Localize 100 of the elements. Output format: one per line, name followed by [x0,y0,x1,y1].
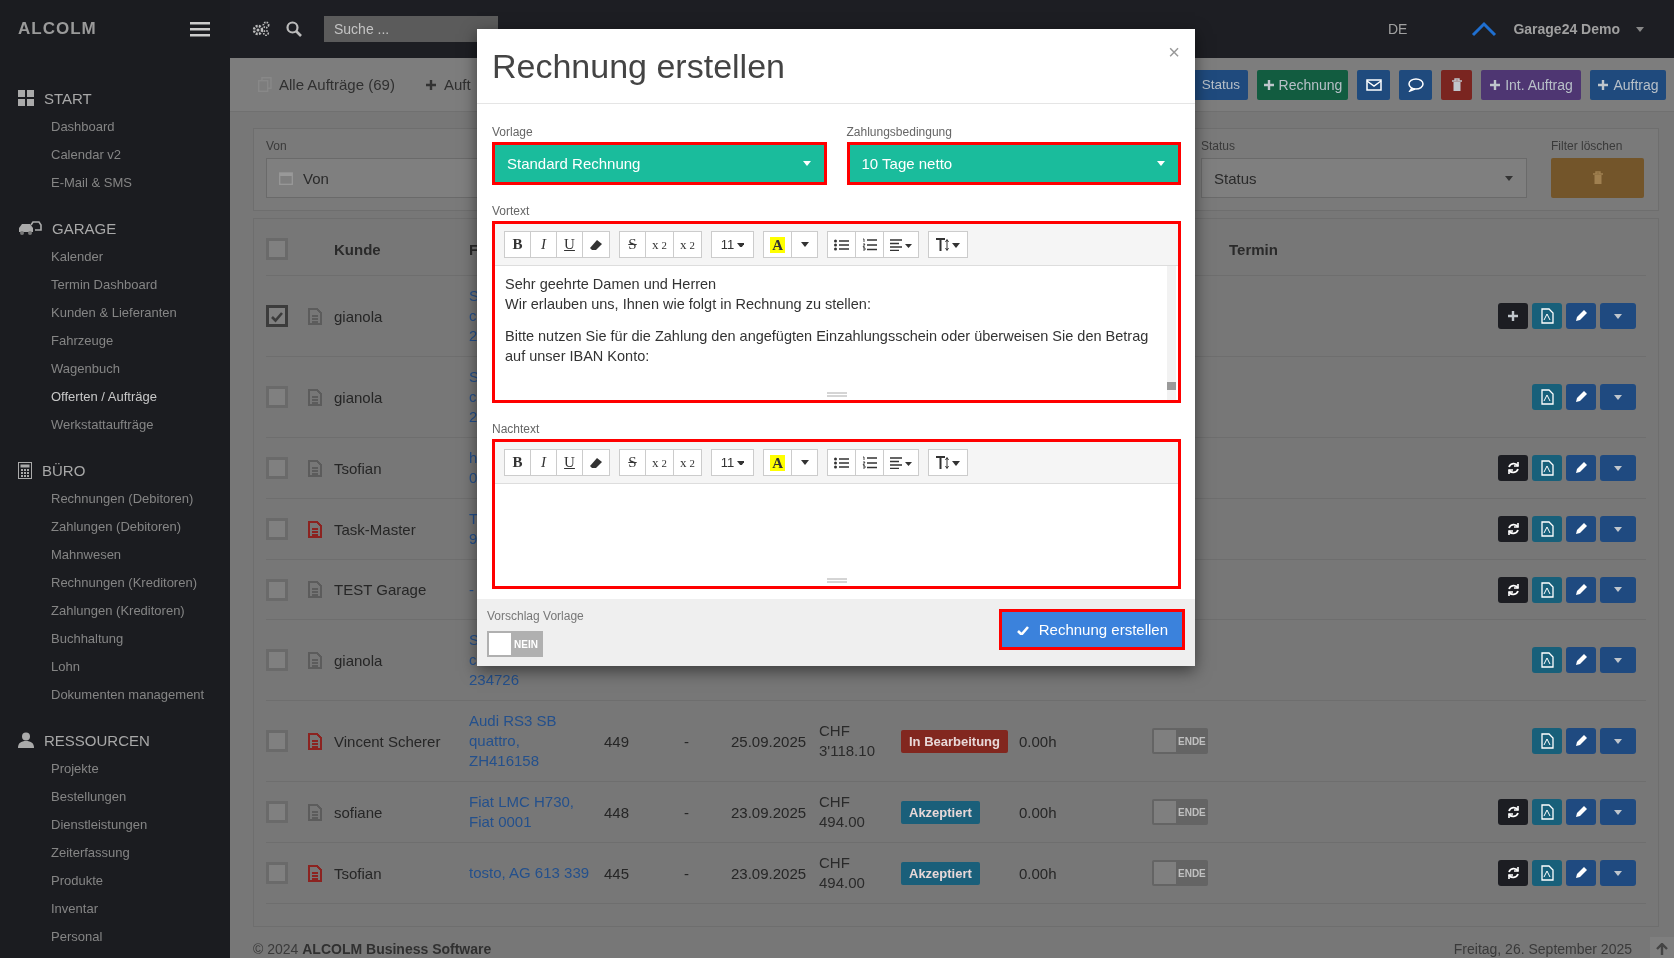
sidebar-item[interactable]: Zahlungen (Kreditoren) [0,597,230,625]
account-menu[interactable]: Garage24 Demo [1513,21,1620,37]
convert-button[interactable] [1498,455,1528,481]
underline-button[interactable]: U [556,449,583,476]
scroll-top-button[interactable] [1650,937,1674,958]
edit-button[interactable] [1566,303,1596,329]
eraser-button[interactable] [582,449,610,476]
edit-button[interactable] [1566,647,1596,673]
edit-button[interactable] [1566,728,1596,754]
sidebar-item[interactable]: Mahnwesen [0,541,230,569]
bold-button[interactable]: B [504,449,531,476]
strikethrough-button[interactable]: S [619,231,646,258]
sidebar-item[interactable]: Werkstattaufträge [0,411,230,439]
strikethrough-button[interactable]: S [619,449,646,476]
sidebar-item[interactable]: Produkte [0,867,230,895]
status-dropdown[interactable]: Status [1201,158,1527,198]
sidebar-item[interactable]: Bestellungen [0,783,230,811]
create-invoice-button[interactable]: Rechnung erstellen [998,609,1185,650]
sidebar-item[interactable]: Dokumenten management [0,681,230,709]
font-size-button[interactable]: 11 [710,449,755,476]
convert-button[interactable] [1498,799,1528,825]
sidebar-item[interactable]: Zahlungen (Debitoren) [0,513,230,541]
end-toggle[interactable]: ENDE [1152,860,1208,886]
row-checkbox[interactable] [266,305,288,327]
resize-grip-icon[interactable] [826,392,847,397]
italic-button[interactable]: I [530,449,557,476]
sidebar-item[interactable]: Wagenbuch [0,355,230,383]
sidebar-item[interactable]: Fahrzeuge [0,327,230,355]
gears-icon[interactable] [252,21,270,37]
add-order-tab[interactable]: Auft [424,76,471,93]
pdf-button[interactable] [1532,860,1562,886]
edit-button[interactable] [1566,516,1596,542]
align-left-button[interactable] [883,449,920,476]
new-invoice-button[interactable]: Rechnung [1257,69,1348,100]
numbered-list-button[interactable] [855,231,885,258]
sidebar-item[interactable]: Personal [0,923,230,951]
sidebar-item[interactable]: Rechnungen (Debitoren) [0,485,230,513]
sidebar-item[interactable]: Projekte [0,755,230,783]
text-height-button[interactable] [928,231,969,258]
close-button[interactable]: × [1168,41,1180,64]
edit-button[interactable] [1566,860,1596,886]
color-dropdown-button[interactable] [791,231,819,258]
all-orders-tab[interactable]: Alle Aufträge (69) [258,76,395,93]
sidebar-item[interactable]: Lohn [0,653,230,681]
text-height-button[interactable] [928,449,969,476]
pdf-button[interactable] [1532,384,1562,410]
pdf-button[interactable] [1532,303,1562,329]
add-button[interactable] [1498,303,1528,329]
select-dropdown[interactable]: 10 Tage netto [846,142,1181,185]
convert-button[interactable] [1498,516,1528,542]
end-toggle[interactable]: ENDE [1152,799,1208,825]
underline-button[interactable]: U [556,231,583,258]
search-icon[interactable] [286,21,302,37]
menu-icon[interactable] [190,21,210,37]
edit-button[interactable] [1566,455,1596,481]
sidebar-item[interactable]: Dashboard [0,113,230,141]
pdf-button[interactable] [1532,576,1562,603]
pdf-button[interactable] [1532,516,1562,542]
align-left-button[interactable] [883,231,920,258]
new-internal-order-button[interactable]: Int. Auftrag [1481,69,1581,100]
sidebar-item[interactable]: Kalender [0,243,230,271]
sidebar-item[interactable]: Kunden & Lieferanten [0,299,230,327]
edit-button[interactable] [1566,799,1596,825]
convert-button[interactable] [1498,576,1528,603]
sidebar-item[interactable]: Dienstleistungen [0,811,230,839]
message-button[interactable] [1399,69,1432,100]
new-order-button[interactable]: Auftrag [1590,69,1666,100]
bold-button[interactable]: B [504,231,531,258]
italic-button[interactable]: I [530,231,557,258]
sidebar-item[interactable]: Offerten / Aufträge [0,383,230,411]
numbered-list-button[interactable] [855,449,885,476]
sidebar-item[interactable]: Inventar [0,895,230,923]
language-selector[interactable]: DE [1387,21,1408,37]
email-button[interactable] [1357,69,1390,100]
edit-button[interactable] [1566,384,1596,410]
delete-button[interactable] [1441,69,1472,100]
sidebar-item[interactable]: Termin Dashboard [0,271,230,299]
eraser-button[interactable] [582,231,610,258]
search-field[interactable]: Suche ... [324,16,498,42]
sidebar-item[interactable]: Rechnungen (Kreditoren) [0,569,230,597]
color-dropdown-button[interactable] [791,449,819,476]
select-dropdown[interactable]: Standard Rechnung [492,142,827,185]
sidebar-item[interactable]: E-Mail & SMS [0,169,230,197]
convert-button[interactable] [1498,860,1528,886]
pdf-button[interactable] [1532,799,1562,825]
scrollbar[interactable] [1167,266,1176,400]
sidebar-item[interactable]: Buchhaltung [0,625,230,653]
highlight-button[interactable]: A [763,231,793,258]
bullet-list-button[interactable] [827,231,857,258]
font-size-button[interactable]: 11 [710,231,755,258]
pdf-button[interactable] [1532,647,1562,673]
sidebar-item[interactable]: Zeiterfassung [0,839,230,867]
pdf-button[interactable] [1532,728,1562,754]
resize-grip-icon[interactable] [826,578,847,583]
highlight-button[interactable]: A [763,449,793,476]
bullet-list-button[interactable] [827,449,857,476]
end-toggle[interactable]: ENDE [1152,728,1208,754]
pdf-button[interactable] [1532,455,1562,481]
sidebar-item[interactable]: Calendar v2 [0,141,230,169]
edit-button[interactable] [1566,576,1596,603]
